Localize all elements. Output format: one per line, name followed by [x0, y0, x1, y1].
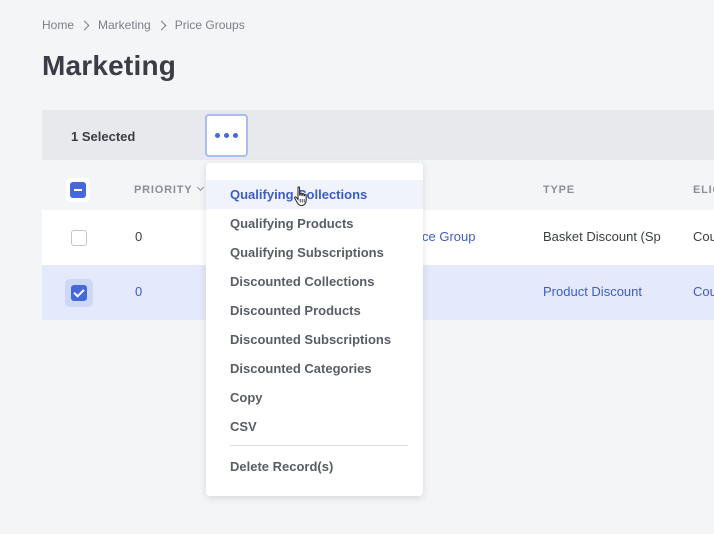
menu-item-qualifying-collections[interactable]: Qualifying Collections: [206, 180, 423, 209]
select-all-checkbox[interactable]: [70, 182, 86, 198]
more-actions-button[interactable]: [205, 114, 248, 157]
menu-item-qualifying-products[interactable]: Qualifying Products: [206, 209, 423, 238]
breadcrumb-price-groups[interactable]: Price Groups: [175, 17, 245, 33]
menu-item-csv[interactable]: CSV: [206, 412, 423, 441]
ellipsis-icon-dot: [224, 133, 229, 138]
column-header-priority[interactable]: PRIORITY: [134, 183, 205, 196]
selected-count-label: 1 Selected: [71, 129, 136, 144]
hand-pointer-cursor-icon: [294, 186, 307, 207]
menu-item-copy[interactable]: Copy: [206, 383, 423, 412]
cell-eligibility: Cou: [693, 284, 714, 299]
breadcrumb-home[interactable]: Home: [42, 17, 74, 33]
menu-item-discounted-subscriptions[interactable]: Discounted Subscriptions: [206, 325, 423, 354]
cell-type: Product Discount: [543, 284, 642, 299]
actions-dropdown-menu: Qualifying Collections Qualifying Produc…: [206, 163, 423, 496]
row-checkbox-wrap: [65, 279, 93, 307]
menu-item-discounted-categories[interactable]: Discounted Categories: [206, 354, 423, 383]
breadcrumb-marketing[interactable]: Marketing: [98, 17, 151, 33]
cell-type: Basket Discount (Sp: [543, 229, 661, 244]
breadcrumb: Home Marketing Price Groups: [42, 17, 245, 33]
bulk-action-toolbar: 1 Selected: [42, 110, 714, 160]
ellipsis-icon-dot: [233, 133, 238, 138]
column-header-type[interactable]: TYPE: [543, 184, 575, 196]
chevron-right-icon: [79, 20, 90, 30]
menu-item-discounted-products[interactable]: Discounted Products: [206, 296, 423, 325]
row-checkbox[interactable]: [71, 285, 87, 301]
menu-item-qualifying-subscriptions[interactable]: Qualifying Subscriptions: [206, 238, 423, 267]
cell-name-link[interactable]: ce Group: [422, 229, 475, 244]
row-checkbox[interactable]: [71, 230, 87, 246]
menu-divider: [230, 445, 408, 446]
select-all-checkbox-wrap: [66, 178, 90, 202]
chevron-down-icon: [197, 183, 205, 192]
chevron-right-icon: [156, 20, 167, 30]
page-title: Marketing: [42, 50, 177, 81]
menu-item-delete-records[interactable]: Delete Record(s): [206, 452, 423, 481]
ellipsis-icon: [215, 133, 220, 138]
cell-priority: 0: [135, 229, 143, 244]
menu-item-discounted-collections[interactable]: Discounted Collections: [206, 267, 423, 296]
column-header-eligibility[interactable]: ELIG: [693, 184, 714, 196]
cell-eligibility: Cou: [693, 229, 714, 244]
column-header-priority-label: PRIORITY: [134, 184, 193, 196]
cell-priority: 0: [135, 284, 143, 299]
